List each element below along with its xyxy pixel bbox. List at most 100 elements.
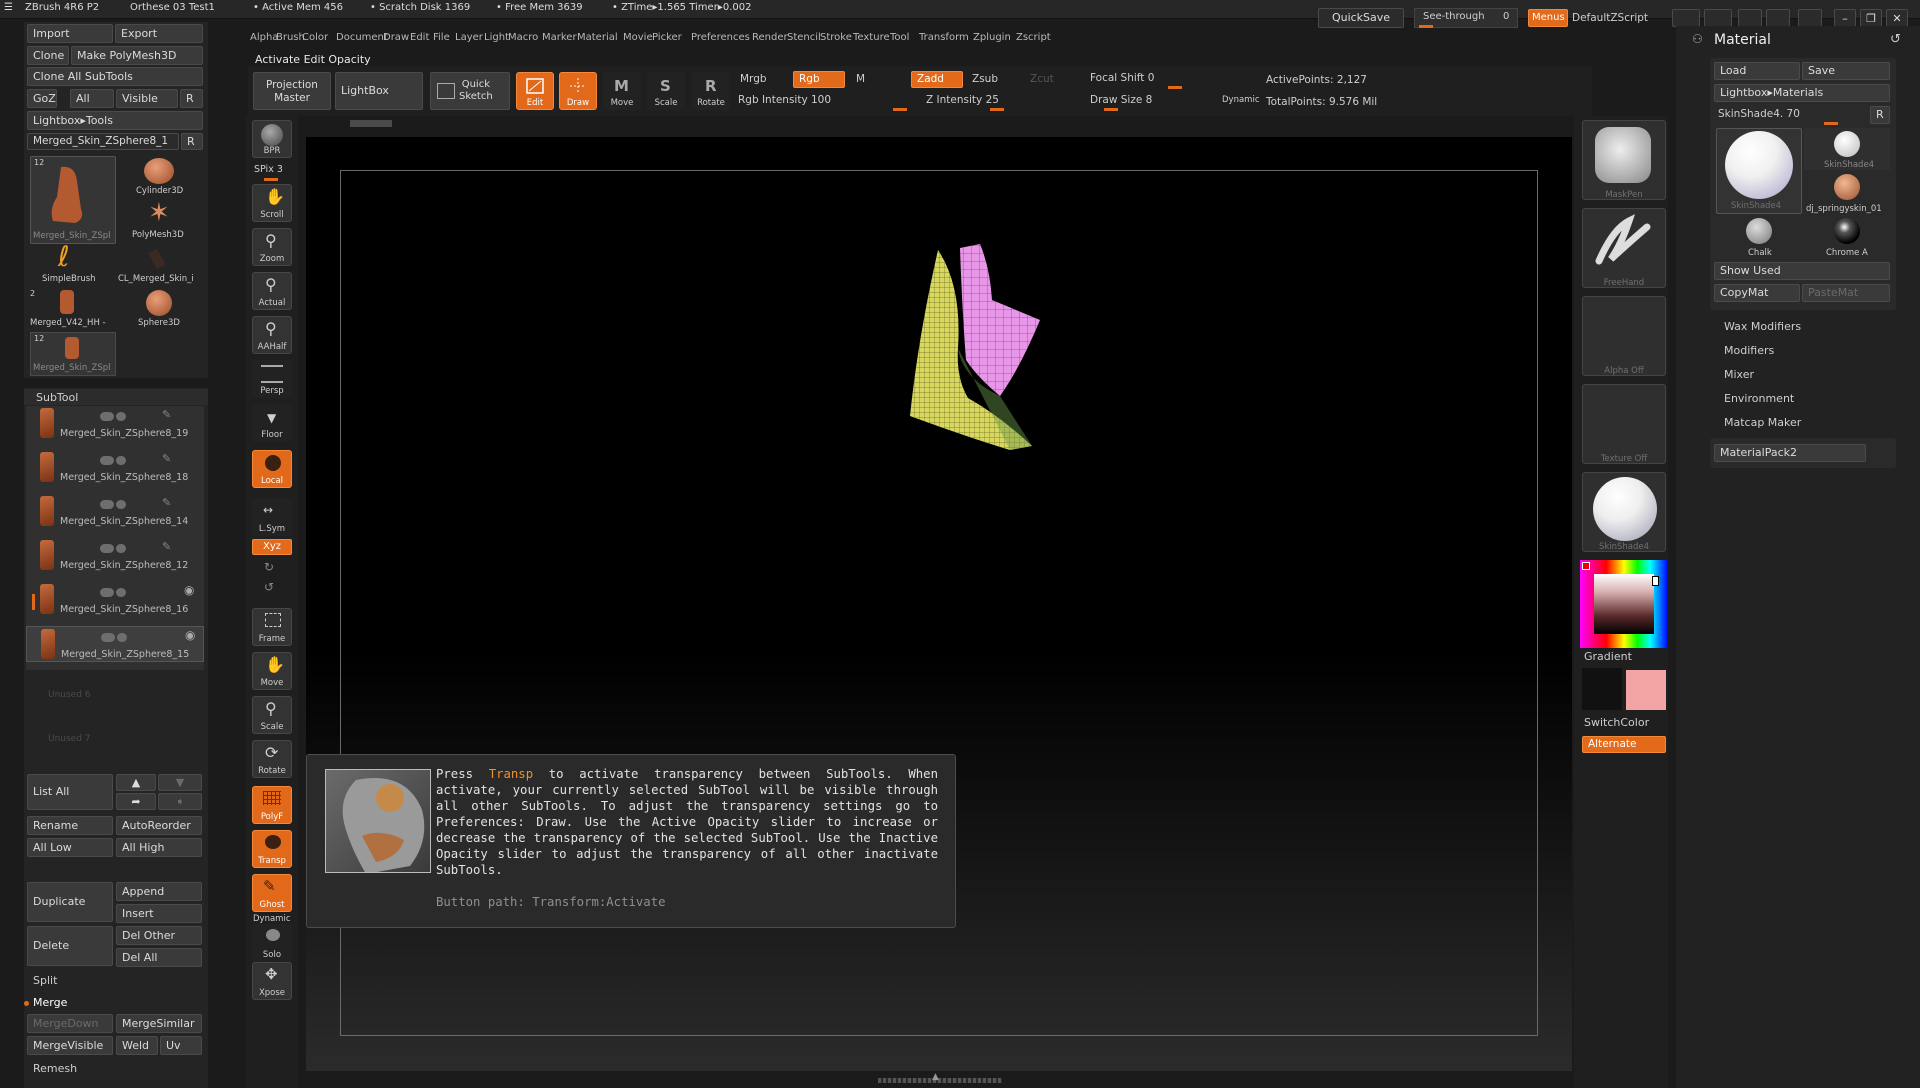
menu-stroke[interactable]: Stroke — [820, 32, 852, 43]
eye-icon[interactable]: ◉ — [185, 628, 195, 642]
menu-document[interactable]: Document — [336, 32, 388, 43]
solo-button[interactable]: Solo — [252, 924, 292, 962]
merge-menu[interactable]: Merge — [33, 996, 67, 1009]
quick-sketch-button[interactable]: Quick Sketch — [430, 72, 510, 110]
remesh-menu[interactable]: Remesh — [33, 1062, 77, 1075]
menu-brush[interactable]: Brush — [276, 32, 305, 43]
menu-zscript[interactable]: Zscript — [1016, 32, 1051, 43]
tool-thumb-sphere[interactable]: Sphere3D — [118, 288, 202, 330]
subtool-item[interactable]: ✎ Merged_Skin_ZSphere8_18 — [26, 450, 204, 486]
arrow-up-icon[interactable]: ▲ — [116, 774, 156, 791]
persp-button[interactable]: Persp — [252, 360, 292, 398]
scale-button[interactable]: S Scale — [647, 72, 685, 110]
restore-icon[interactable]: ❐ — [1860, 9, 1882, 27]
z-intensity-slider[interactable]: Z Intensity 25 — [924, 92, 1084, 111]
all-high-button[interactable]: All High — [116, 838, 202, 857]
current-tool-slider[interactable]: Merged_Skin_ZSphere8_1 — [27, 133, 179, 150]
focal-shift-slider[interactable]: Focal Shift 0 — [1090, 70, 1260, 89]
menu-texture[interactable]: Texture — [853, 32, 890, 43]
wax-modifiers-menu[interactable]: Wax Modifiers — [1724, 320, 1801, 333]
menu-edit[interactable]: Edit — [410, 32, 429, 43]
menu-macro[interactable]: Macro — [508, 32, 538, 43]
layout-icon[interactable] — [1672, 9, 1700, 27]
goz-all-button[interactable]: All — [70, 89, 114, 108]
draw-size-slider[interactable]: Draw Size 8 Dynamic — [1090, 92, 1260, 111]
visibility-toggle[interactable] — [100, 544, 114, 553]
subtool-item[interactable]: ◉ Merged_Skin_ZSphere8_16 — [26, 582, 204, 618]
materialpack-button[interactable]: MaterialPack2 — [1714, 444, 1866, 462]
menu-material[interactable]: Material — [577, 32, 618, 43]
draw-button[interactable]: Draw — [559, 72, 597, 110]
material-r-button[interactable]: R — [1870, 106, 1890, 124]
polypaint-toggle[interactable] — [117, 633, 127, 642]
copymat-button[interactable]: CopyMat — [1714, 284, 1800, 302]
menu-picker[interactable]: Picker — [652, 32, 682, 43]
alpha-selector[interactable]: Alpha Off — [1582, 296, 1666, 376]
menu-movie[interactable]: Movie — [623, 32, 653, 43]
reset-icon[interactable]: ↺ — [1890, 32, 1901, 47]
quicksave-button[interactable]: QuickSave — [1318, 8, 1404, 28]
pastemat-button[interactable]: PasteMat — [1802, 284, 1890, 302]
visibility-toggle[interactable] — [100, 412, 114, 421]
eye-icon[interactable]: ◉ — [184, 583, 194, 597]
menu-alpha[interactable]: Alpha — [250, 32, 278, 43]
m-button[interactable]: M — [856, 73, 865, 85]
menu-file[interactable]: File — [433, 32, 450, 43]
export-button[interactable]: Export — [115, 24, 203, 43]
frame-icon[interactable] — [1738, 9, 1762, 27]
menu-layer[interactable]: Layer — [455, 32, 483, 43]
clone-button[interactable]: Clone — [27, 46, 69, 65]
minimize-icon[interactable]: – — [1834, 9, 1856, 27]
move-button[interactable]: M Move — [603, 72, 641, 110]
color-picker[interactable] — [1580, 560, 1668, 648]
scale-view-button[interactable]: ⚲ Scale — [252, 696, 292, 734]
alternate-button[interactable]: Alternate — [1582, 736, 1666, 753]
lsym-button[interactable]: ↔ L.Sym — [252, 498, 292, 536]
bottom-tray-handle[interactable] — [878, 1078, 1002, 1083]
floor-button[interactable]: ▼ Floor — [252, 404, 292, 442]
frame2-icon[interactable] — [1766, 9, 1790, 27]
goz-visible-button[interactable]: Visible — [116, 89, 178, 108]
subtool-item[interactable]: ✎ Merged_Skin_ZSphere8_19 — [26, 406, 204, 442]
close-icon[interactable]: ✕ — [1886, 9, 1908, 27]
gradient-label[interactable]: Gradient — [1584, 650, 1632, 663]
polyf-button[interactable]: PolyF — [252, 786, 292, 824]
projection-master-button[interactable]: Projection Master — [253, 72, 331, 110]
material-item[interactable]: Chalk — [1716, 216, 1800, 258]
xyz-button[interactable]: Xyz — [252, 539, 292, 555]
material-selector[interactable]: SkinShade4 — [1582, 472, 1666, 552]
subtool-item[interactable]: ✎ Merged_Skin_ZSphere8_14 — [26, 494, 204, 530]
make-polymesh-button[interactable]: Make PolyMesh3D — [71, 46, 203, 65]
local-button[interactable]: Local — [252, 450, 292, 488]
clone-all-subtools-button[interactable]: Clone All SubTools — [27, 67, 203, 86]
color-picker-square[interactable] — [1594, 574, 1654, 634]
see-through-slider[interactable]: See-through 0 — [1414, 8, 1518, 28]
delete-button[interactable]: Delete — [27, 926, 113, 966]
move-view-button[interactable]: ✋ Move — [252, 652, 292, 690]
menu-tool[interactable]: Tool — [890, 32, 909, 43]
polypaint-toggle[interactable] — [116, 500, 126, 509]
split-menu[interactable]: Split — [33, 974, 57, 987]
ghost-button[interactable]: ✎ Ghost — [252, 874, 292, 912]
frame-button[interactable]: Frame — [252, 608, 292, 646]
load-button[interactable]: Load — [1714, 62, 1800, 80]
polypaint-toggle[interactable] — [116, 456, 126, 465]
visibility-toggle[interactable] — [100, 456, 114, 465]
mergevisible-button[interactable]: MergeVisible — [27, 1036, 113, 1055]
rotate-button[interactable]: R Rotate — [692, 72, 730, 110]
matcap-maker-menu[interactable]: Matcap Maker — [1724, 416, 1801, 429]
import-button[interactable]: Import — [27, 24, 113, 43]
mergesimilar-button[interactable]: MergeSimilar — [116, 1014, 202, 1033]
layout2-icon[interactable] — [1704, 9, 1732, 27]
switchcolor-button[interactable]: SwitchColor — [1584, 716, 1649, 729]
lightbox-button[interactable]: LightBox — [335, 72, 423, 110]
mergedown-button[interactable]: MergeDown — [27, 1014, 113, 1033]
tool-r-button[interactable]: R — [181, 133, 203, 150]
zcut-button[interactable]: Zcut — [1030, 73, 1054, 85]
menu-marker[interactable]: Marker — [542, 32, 577, 43]
arrow-down-right-icon[interactable]: ➧ — [158, 793, 202, 810]
menu-zplugin[interactable]: Zplugin — [973, 32, 1011, 43]
zoom-button[interactable]: ⚲ Zoom — [252, 228, 292, 266]
goz-r-button[interactable]: R — [180, 89, 203, 108]
menu-preferences[interactable]: Preferences — [691, 32, 750, 43]
